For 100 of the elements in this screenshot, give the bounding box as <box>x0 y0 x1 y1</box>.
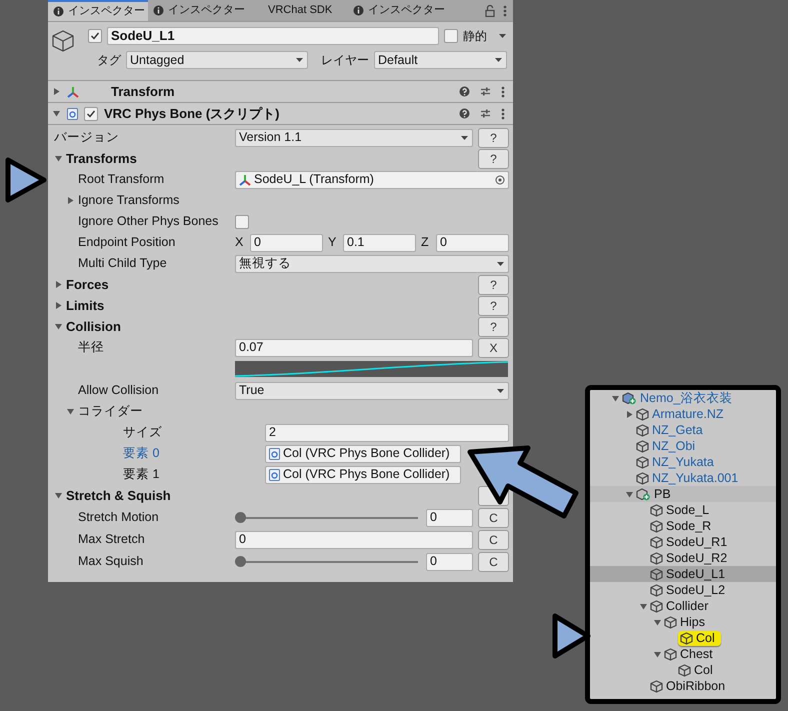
prefab-icon <box>622 392 637 404</box>
preset-icon[interactable] <box>480 108 491 119</box>
checkbox[interactable] <box>235 214 249 228</box>
reset-button[interactable]: C <box>478 552 509 572</box>
help-icon[interactable] <box>459 86 470 97</box>
hierarchy-item[interactable]: Nemo_浴衣衣装 <box>590 390 776 406</box>
hierarchy-item[interactable]: NZ_Yukata.001 <box>590 470 776 486</box>
layer-label: レイヤー <box>321 52 369 69</box>
foldout-arrow-icon[interactable] <box>54 280 63 289</box>
help-button[interactable]: ? <box>478 296 509 316</box>
object-field[interactable]: Col (VRC Phys Bone Collider) <box>265 444 461 462</box>
dropdown[interactable]: Version 1.1 <box>235 128 473 146</box>
preset-icon[interactable] <box>480 86 491 97</box>
help-button[interactable]: ? <box>478 148 509 168</box>
number-field[interactable]: 2 <box>265 424 509 442</box>
tag-dropdown[interactable]: Untagged <box>126 51 308 69</box>
foldout-arrow-icon[interactable] <box>54 322 63 331</box>
info-icon <box>53 6 64 17</box>
hierarchy-item[interactable]: Collider <box>590 598 776 614</box>
cube-icon <box>650 504 663 516</box>
checkmark-icon <box>86 108 96 118</box>
expand-arrow-icon[interactable] <box>639 602 648 610</box>
cube-icon <box>650 536 663 548</box>
checkbox[interactable] <box>84 106 98 120</box>
hierarchy-item[interactable]: SodeU_R1 <box>590 534 776 550</box>
hierarchy-item[interactable]: Chest <box>590 646 776 662</box>
number-field[interactable]: 0.07 <box>235 338 473 356</box>
expand-arrow-icon[interactable] <box>625 410 634 418</box>
number-field[interactable]: 0 <box>426 508 473 526</box>
property-label: 半径 <box>78 339 104 356</box>
cube-icon <box>636 408 649 420</box>
reset-button[interactable]: X <box>478 338 509 358</box>
hierarchy-item[interactable]: Col <box>590 630 776 646</box>
hierarchy-item[interactable]: NZ_Yukata <box>590 454 776 470</box>
number-field[interactable]: 0 <box>436 234 509 252</box>
object-picker-icon[interactable] <box>495 174 505 184</box>
slider[interactable] <box>235 556 418 568</box>
cube-icon <box>650 568 663 580</box>
number-field[interactable]: 0.1 <box>343 234 416 252</box>
slider-thumb[interactable] <box>235 556 246 566</box>
help-button[interactable]: ? <box>478 128 509 148</box>
object-field[interactable]: SodeU_L (Transform) <box>235 170 509 188</box>
foldout-arrow-icon[interactable] <box>54 154 63 163</box>
lock-icon[interactable] <box>485 4 495 16</box>
dropdown-arrow-icon <box>498 33 507 39</box>
number-field[interactable]: 0 <box>250 234 323 252</box>
hierarchy-item[interactable]: Sode_L <box>590 502 776 518</box>
static-label: 静的 <box>463 28 487 45</box>
cube-icon <box>650 600 663 612</box>
expand-arrow-icon[interactable] <box>653 650 662 658</box>
curve-field[interactable] <box>235 361 508 377</box>
inspector-tab[interactable]: インスペクター <box>48 0 148 21</box>
help-icon[interactable] <box>459 108 470 119</box>
foldout-arrow-icon[interactable] <box>66 196 75 205</box>
hierarchy-item[interactable]: PB <box>590 486 776 502</box>
expand-arrow-icon[interactable] <box>611 394 620 402</box>
dropdown[interactable]: True <box>235 382 509 400</box>
hierarchy-item[interactable]: SodeU_L2 <box>590 582 776 598</box>
expand-arrow-icon[interactable] <box>625 490 634 498</box>
help-button[interactable]: ? <box>478 274 509 294</box>
hierarchy-item[interactable]: ObiRibbon <box>590 678 776 694</box>
triangle-marker <box>6 158 46 202</box>
property-label: Multi Child Type <box>78 255 167 272</box>
slider-thumb[interactable] <box>235 512 246 522</box>
hierarchy-item[interactable]: NZ_Geta <box>590 422 776 438</box>
more-options-icon[interactable] <box>503 4 507 16</box>
item-label: NZ_Obi <box>652 438 696 455</box>
number-field[interactable]: 0 <box>426 552 473 570</box>
dropdown[interactable]: 無視する <box>235 254 509 272</box>
name-field[interactable]: SodeU_L1 <box>107 27 439 45</box>
foldout-arrow-icon[interactable] <box>54 491 63 500</box>
expand-arrow-icon[interactable] <box>653 618 662 626</box>
dropdown-arrow-icon <box>496 388 505 394</box>
reset-button[interactable]: C <box>478 508 509 528</box>
hierarchy-item[interactable]: SodeU_L1 <box>590 566 776 582</box>
foldout-arrow-icon[interactable] <box>66 407 75 416</box>
script-icon <box>269 448 280 460</box>
checkbox[interactable] <box>444 29 458 43</box>
hierarchy-item[interactable]: Sode_R <box>590 518 776 534</box>
dropdown-arrow-icon <box>295 57 304 63</box>
item-label: Sode_L <box>666 502 710 519</box>
hierarchy-item[interactable]: Col <box>590 662 776 678</box>
more-options-icon[interactable] <box>501 108 505 120</box>
number-field[interactable]: 0 <box>235 530 473 548</box>
foldout-arrow-icon[interactable] <box>52 87 61 96</box>
more-options-icon[interactable] <box>501 86 505 98</box>
object-field[interactable]: Col (VRC Phys Bone Collider) <box>265 466 461 484</box>
checkbox[interactable] <box>88 29 102 43</box>
reset-button[interactable]: C <box>478 530 509 550</box>
help-button[interactable]: ? <box>478 316 509 336</box>
hierarchy-item[interactable]: Armature.NZ <box>590 406 776 422</box>
slider[interactable] <box>235 512 418 524</box>
foldout-arrow-icon[interactable] <box>54 301 63 310</box>
foldout-arrow-icon[interactable] <box>52 109 61 118</box>
hierarchy-item[interactable]: NZ_Obi <box>590 438 776 454</box>
cube-icon <box>636 456 649 468</box>
cube-icon <box>650 584 663 596</box>
layer-dropdown[interactable]: Default <box>374 51 507 69</box>
hierarchy-item[interactable]: SodeU_R2 <box>590 550 776 566</box>
hierarchy-item[interactable]: Hips <box>590 614 776 630</box>
